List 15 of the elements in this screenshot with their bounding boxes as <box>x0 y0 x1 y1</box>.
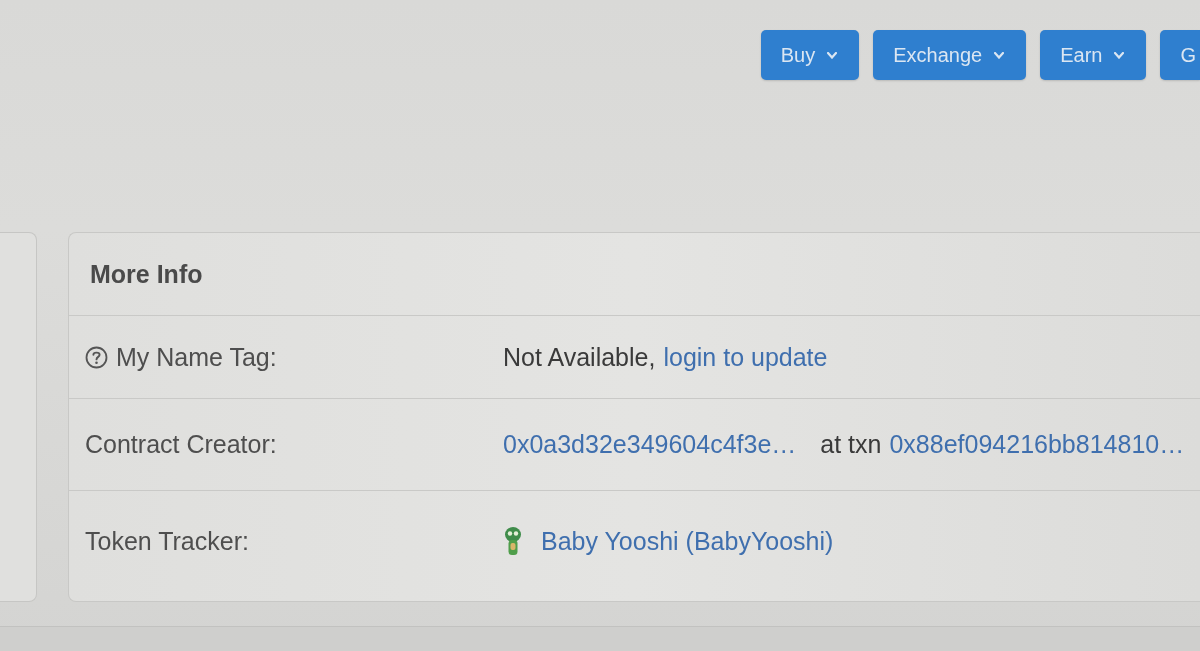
token-link[interactable]: Baby Yooshi (BabyYooshi) <box>541 526 834 556</box>
field-label: Contract Creator: <box>85 430 277 459</box>
card-title: More Info <box>90 259 203 289</box>
field-label: My Name Tag: <box>116 342 277 372</box>
field-label: Token Tracker: <box>85 526 249 556</box>
value-link[interactable]: 0x0a3d32e349604c4f3e… <box>503 430 797 459</box>
token-logo-icon <box>503 526 523 556</box>
value-link[interactable]: login to update <box>663 342 828 372</box>
value-text: Not Available, <box>503 342 656 372</box>
nav-dropdown-button[interactable]: G <box>1160 30 1200 80</box>
value-link[interactable]: 0x88ef094216bb814810… <box>889 430 1185 459</box>
value-text: at txn <box>820 430 882 459</box>
nav-dropdown-button[interactable]: Exchange <box>873 30 1027 80</box>
nav-dropdown-button[interactable]: Buy <box>760 30 860 80</box>
nav-dropdown-button[interactable]: Earn <box>1040 30 1147 80</box>
